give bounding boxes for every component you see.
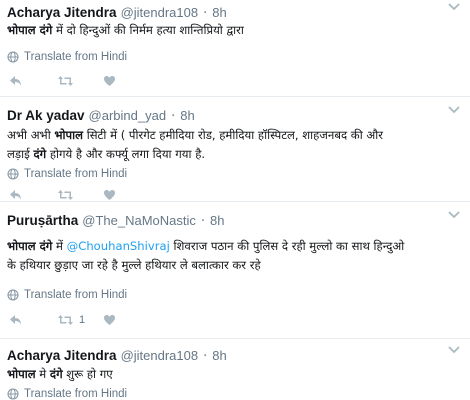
globe-icon <box>7 388 19 400</box>
tweet[interactable]: Acharya Jitendra @jitendra108 · 8h भोपाल… <box>0 339 470 400</box>
translate-link[interactable]: Translate from Hindi <box>7 167 127 181</box>
chevron-down-icon[interactable] <box>448 345 460 355</box>
like-button[interactable] <box>103 74 121 88</box>
reply-icon <box>10 190 21 200</box>
text-segment: होगये है और कर्फ्यू लगा दिया गया है. <box>46 147 206 161</box>
highlighted-keyword[interactable]: भोपाल <box>54 128 83 142</box>
author-name[interactable]: Puruṣārtha <box>7 213 78 228</box>
retweet-icon <box>58 315 73 325</box>
reply-button[interactable] <box>9 74 57 88</box>
text-segment: में दो हिन्दुओं की निर्मम हत्या शान्तिप्… <box>52 23 244 37</box>
tweet-text-line: के हथियार छुड़ाए जा रहे है मुल्ले हथियार… <box>7 256 462 275</box>
separator-dot: · <box>203 349 208 364</box>
highlighted-keyword[interactable]: भोपाल दंगे <box>7 239 52 253</box>
tweet-header: Puruṣārtha @The_NaMoNastic · 8h <box>7 213 225 231</box>
retweet-count: 1 <box>79 314 86 326</box>
author-name[interactable]: Acharya Jitendra <box>7 5 117 20</box>
tweet-text: अभी अभी भोपाल सिटी में ( पीरगेट हमीदिया … <box>7 126 462 164</box>
highlighted-keyword[interactable]: भोपाल <box>7 367 36 381</box>
highlighted-keyword[interactable]: दंगे <box>50 367 63 381</box>
chevron-down-icon[interactable] <box>448 2 460 12</box>
tweet-text: भोपाल मे दंगे शुरू हो गए <box>7 365 462 384</box>
tweet-actions <box>9 74 121 88</box>
tweet-text-line: भोपाल दंगे में दो हिन्दुओं की निर्मम हत्… <box>7 21 462 40</box>
globe-icon <box>7 51 19 63</box>
retweet-icon <box>58 190 73 200</box>
translate-label[interactable]: Translate from Hindi <box>24 168 127 180</box>
timestamp[interactable]: 8h <box>210 213 224 228</box>
timestamp[interactable]: 8h <box>212 348 226 363</box>
tweet-text-line: भोपाल दंगे में @ChouhanShivraj शिवराज पठ… <box>7 237 462 256</box>
like-button[interactable] <box>103 313 121 327</box>
separator-dot: · <box>203 6 208 21</box>
chevron-down-icon[interactable] <box>448 105 460 115</box>
heart-icon <box>104 315 115 325</box>
highlighted-keyword[interactable]: भोपाल दंगे <box>7 23 52 37</box>
translate-link[interactable]: Translate from Hindi <box>7 288 127 302</box>
retweet-button[interactable]: 1 <box>57 313 103 327</box>
tweet-feed: Acharya Jitendra @jitendra108 · 8h भोपाल… <box>0 0 470 400</box>
author-name[interactable]: Acharya Jitendra <box>7 348 117 363</box>
reply-button[interactable] <box>9 313 57 327</box>
globe-icon <box>7 168 19 180</box>
author-handle[interactable]: @arbind_yad <box>89 108 167 123</box>
timestamp[interactable]: 8h <box>180 108 194 123</box>
timestamp[interactable]: 8h <box>212 5 226 20</box>
tweet[interactable]: Puruṣārtha @The_NaMoNastic · 8h भोपाल दं… <box>0 202 470 339</box>
tweet-header: Acharya Jitendra @jitendra108 · 8h <box>7 348 227 366</box>
translate-label[interactable]: Translate from Hindi <box>24 388 127 400</box>
highlighted-keyword[interactable]: दंगे <box>33 147 46 161</box>
reply-icon <box>10 315 21 325</box>
globe-icon <box>7 289 19 301</box>
separator-dot: · <box>171 109 176 124</box>
translate-label[interactable]: Translate from Hindi <box>24 51 127 63</box>
reply-button[interactable] <box>9 188 57 202</box>
text-segment: शुरू हो गए <box>62 367 113 381</box>
tweet-header: Dr Ak yadav @arbind_yad · 8h <box>7 108 195 126</box>
text-segment: सिटी में ( पीरगेट हमीदिया रोड, हमीदिया ह… <box>83 128 383 142</box>
author-name[interactable]: Dr Ak yadav <box>7 108 85 123</box>
text-segment: में <box>52 239 67 253</box>
like-button[interactable] <box>103 188 121 202</box>
tweet-actions <box>9 188 121 202</box>
translate-link[interactable]: Translate from Hindi <box>7 50 127 64</box>
text-segment: मे <box>35 367 50 381</box>
tweet-text: भोपाल दंगे में @ChouhanShivraj शिवराज पठ… <box>7 237 462 275</box>
retweet-icon <box>58 76 73 86</box>
text-segment: के हथियार छुड़ाए जा रहे है मुल्ले हथियार… <box>7 258 261 272</box>
heart-icon <box>104 190 115 200</box>
text-segment: शिवराज पठान की पुलिस दे रही मुल्लो का सा… <box>169 239 405 253</box>
mention-link[interactable]: @ChouhanShivraj <box>67 239 170 253</box>
tweet-actions: 1 <box>9 313 121 327</box>
author-handle[interactable]: @jitendra108 <box>121 5 199 20</box>
translate-label[interactable]: Translate from Hindi <box>24 289 127 301</box>
tweet-text-line: लड़ाई दंगे होगये है और कर्फ्यू लगा दिया … <box>7 145 462 164</box>
author-handle[interactable]: @The_NaMoNastic <box>82 213 196 228</box>
tweet-text-line: भोपाल मे दंगे शुरू हो गए <box>7 365 462 384</box>
separator-dot: · <box>200 214 206 229</box>
retweet-button[interactable] <box>57 188 103 202</box>
text-segment: अभी अभी <box>7 128 55 142</box>
reply-icon <box>10 76 21 86</box>
tweet-text: भोपाल दंगे में दो हिन्दुओं की निर्मम हत्… <box>7 21 462 40</box>
author-handle[interactable]: @jitendra108 <box>121 348 199 363</box>
text-segment: लड़ाई <box>7 147 34 161</box>
chevron-down-icon[interactable] <box>448 210 460 220</box>
tweet-text-line: अभी अभी भोपाल सिटी में ( पीरगेट हमीदिया … <box>7 126 462 145</box>
tweet[interactable]: Dr Ak yadav @arbind_yad · 8h अभी अभी भोप… <box>0 97 470 202</box>
tweet[interactable]: Acharya Jitendra @jitendra108 · 8h भोपाल… <box>0 0 470 97</box>
retweet-button[interactable] <box>57 74 103 88</box>
translate-link[interactable]: Translate from Hindi <box>7 387 127 400</box>
heart-icon <box>104 76 115 86</box>
